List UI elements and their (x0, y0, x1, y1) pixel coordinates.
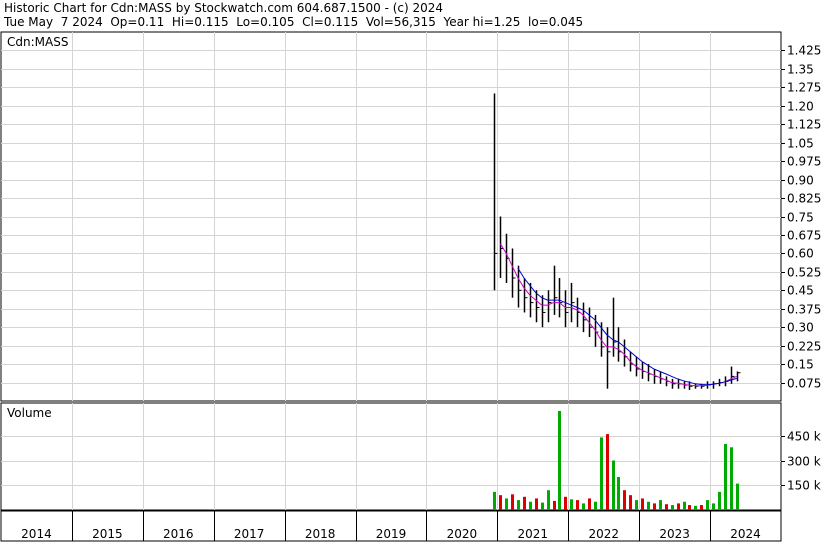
price-tick-label: 0.375 (787, 303, 821, 317)
volume-bar (712, 503, 715, 510)
x-tick-label: 2016 (163, 527, 194, 541)
price-panel: 1.425 1.35 1.275 1.20 1.125 1.05 0.975 0.90 0.82… (0, 31, 821, 402)
volume-bar (647, 501, 650, 510)
volume-bar (706, 500, 709, 510)
volume-bar (570, 499, 573, 510)
price-tick-label: 1.20 (787, 100, 814, 114)
volume-bar (600, 437, 603, 510)
volume-bar (677, 503, 680, 510)
volume-bar (505, 498, 508, 510)
volume-panel: 450 k 300 k 150 k Volume (0, 402, 821, 511)
price-tick-label: 1.425 (787, 44, 821, 58)
volume-plot-frame (0, 402, 782, 511)
volume-bar (517, 500, 520, 510)
volume-bar (523, 496, 526, 510)
volume-panel-title: Volume (7, 406, 52, 420)
price-tick-label: 0.225 (787, 340, 821, 354)
volume-bar (564, 496, 567, 510)
x-tick-label: 2014 (21, 527, 52, 541)
price-tick-label: 0.15 (787, 358, 814, 372)
volume-tick-label: 300 k (787, 455, 821, 469)
x-axis: 2014 2015 2016 2017 2018 2019 2020 2021 2022 2023… (0, 510, 782, 542)
volume-bar (653, 503, 656, 510)
volume-bar (606, 434, 609, 510)
volume-bar (558, 411, 561, 510)
volume-bar (499, 495, 502, 510)
price-tick-label: 1.275 (787, 81, 821, 95)
volume-bar (641, 498, 644, 510)
price-panel-title: Cdn:MASS (7, 35, 68, 49)
price-tick-label: 1.125 (787, 118, 821, 132)
price-tick-label: 0.675 (787, 229, 821, 243)
price-tick-label: 0.60 (787, 247, 814, 261)
x-tick-label: 2017 (234, 527, 265, 541)
x-tick-label: 2021 (518, 527, 549, 541)
stock-chart: 1.425 1.35 1.275 1.20 1.125 1.05 0.975 0.90 0.82… (0, 31, 821, 542)
volume-bar (694, 505, 697, 510)
volume-bar (688, 505, 691, 510)
volume-bar (511, 494, 514, 510)
price-tick-label: 1.35 (787, 63, 814, 77)
volume-bar (582, 503, 585, 510)
x-tick-label: 2020 (447, 527, 478, 541)
price-tick-label: 0.30 (787, 321, 814, 335)
volume-bar (730, 447, 733, 510)
volume-bar (623, 490, 626, 510)
x-tick-label: 2024 (730, 527, 761, 541)
volume-axis-ticks: 450 k 300 k 150 k (781, 430, 821, 493)
price-tick-label: 0.90 (787, 174, 814, 188)
volume-bar (547, 490, 550, 510)
volume-bar (529, 501, 532, 510)
volume-bar (493, 491, 496, 510)
volume-tick-label: 150 k (787, 479, 821, 493)
volume-bar (683, 501, 686, 510)
volume-bar (553, 500, 556, 510)
volume-bar (617, 477, 620, 510)
volume-bar (635, 500, 638, 510)
price-tick-label: 0.825 (787, 192, 821, 206)
volume-bar (736, 483, 739, 510)
price-tick-label: 0.525 (787, 266, 821, 280)
x-tick-label: 2022 (588, 527, 619, 541)
volume-bar (576, 500, 579, 510)
volume-tick-label: 450 k (787, 430, 821, 444)
volume-bar (718, 491, 721, 510)
price-tick-label: 1.05 (787, 137, 814, 151)
volume-bar (671, 505, 674, 510)
volume-bar (588, 498, 591, 510)
volume-bar (612, 460, 615, 510)
price-axis-ticks: 1.425 1.35 1.275 1.20 1.125 1.05 0.975 0.90 0.82… (781, 44, 821, 391)
price-tick-label: 0.75 (787, 211, 814, 225)
volume-bar (541, 502, 544, 510)
volume-bar (659, 500, 662, 510)
x-tick-label: 2015 (92, 527, 123, 541)
volume-bar (629, 495, 632, 510)
volume-bar (665, 504, 668, 510)
volume-bar (700, 505, 703, 510)
price-tick-label: 0.975 (787, 155, 821, 169)
x-tick-label: 2019 (376, 527, 407, 541)
x-tick-label: 2023 (659, 527, 690, 541)
volume-bar (724, 444, 727, 510)
price-tick-label: 0.075 (787, 377, 821, 391)
x-tick-label: 2018 (305, 527, 336, 541)
volume-bar (535, 498, 538, 510)
volume-bar (594, 501, 597, 510)
price-tick-label: 0.45 (787, 284, 814, 298)
